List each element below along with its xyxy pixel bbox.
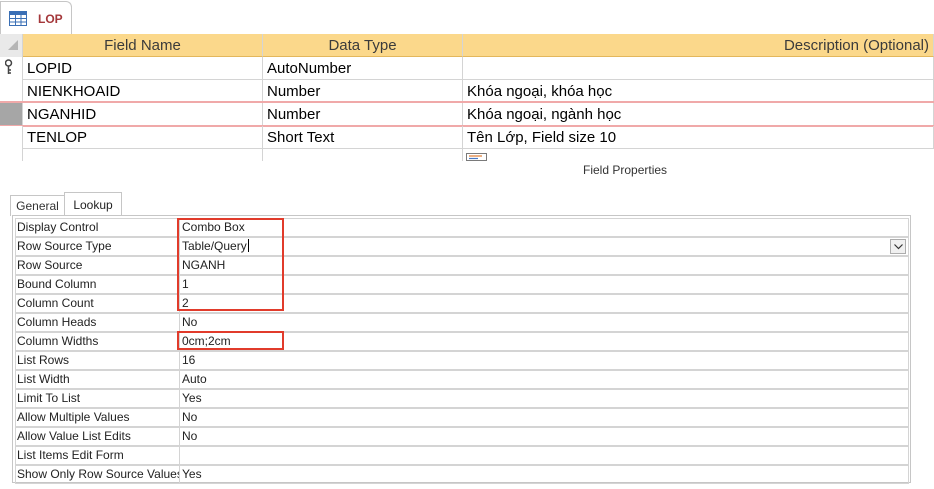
table-row: NIENKHOAID Number Khóa ngoại, khóa học (0, 80, 934, 103)
property-row-list-width: List Width Auto (13, 370, 910, 389)
property-value[interactable]: No (180, 313, 909, 332)
description-cell[interactable] (463, 57, 934, 80)
property-name: Column Heads (15, 313, 180, 332)
lookup-properties-sheet: Display Control Combo Box Row Source Typ… (12, 215, 911, 484)
table-row-selected: NGANHID Number Khóa ngoại, ngành học (0, 103, 934, 126)
field-name-cell[interactable]: LOPID (23, 57, 263, 80)
row-selector-active[interactable] (0, 103, 23, 126)
header-data-type: Data Type (263, 34, 463, 57)
property-value[interactable]: 1 (180, 275, 909, 294)
property-value[interactable]: 16 (180, 351, 909, 370)
description-cell[interactable]: Khóa ngoại, ngành học (463, 103, 934, 126)
property-name: Show Only Row Source Values (15, 465, 180, 484)
property-name: Display Control (15, 218, 180, 237)
row-selector[interactable] (0, 126, 23, 149)
property-row-allow-value-list-edits: Allow Value List Edits No (13, 427, 910, 446)
property-row-limit-to-list: Limit To List Yes (13, 389, 910, 408)
data-type-cell[interactable]: Short Text (263, 126, 463, 149)
data-type-cell[interactable]: Number (263, 103, 463, 126)
description-cell[interactable]: Tên Lớp, Field size 10 (463, 126, 934, 149)
row-selector[interactable] (0, 149, 23, 161)
annotation-box-lookup-settings (177, 218, 284, 311)
chevron-down-icon (894, 244, 903, 250)
property-value[interactable]: Yes (180, 465, 909, 484)
property-row-row-source-type: Row Source Type Table/Query (13, 237, 910, 256)
header-description: Description (Optional) (463, 34, 934, 57)
property-name: Column Count (15, 294, 180, 313)
property-value[interactable]: Yes (180, 389, 909, 408)
property-value[interactable]: Auto (180, 370, 909, 389)
property-name: Allow Multiple Values (15, 408, 180, 427)
property-row-list-rows: List Rows 16 (13, 351, 910, 370)
builder-icon[interactable] (466, 153, 488, 161)
header-field-name: Field Name (23, 34, 263, 57)
property-value[interactable]: NGANH (180, 256, 909, 275)
property-value[interactable]: No (180, 427, 909, 446)
property-row-allow-multiple-values: Allow Multiple Values No (13, 408, 910, 427)
row-selector[interactable] (0, 80, 23, 103)
property-name: Limit To List (15, 389, 180, 408)
primary-key-icon (5, 59, 13, 74)
property-value[interactable]: No (180, 408, 909, 427)
property-row-column-count: Column Count 2 (13, 294, 910, 313)
property-name: Bound Column (15, 275, 180, 294)
property-row-column-widths: Column Widths 0cm;2cm (13, 332, 910, 351)
tab-lookup[interactable]: Lookup (64, 192, 122, 216)
document-tab-bar: LOP (0, 0, 934, 35)
property-name: List Width (15, 370, 180, 389)
row-source-type-select[interactable]: Table/Query (180, 237, 909, 256)
property-value[interactable]: 0cm;2cm (180, 332, 909, 351)
annotation-box-column-widths (177, 331, 284, 350)
property-name: Allow Value List Edits (15, 427, 180, 446)
table-row: LOPID AutoNumber (0, 57, 934, 80)
property-row-column-heads: Column Heads No (13, 313, 910, 332)
field-name-cell[interactable]: NIENKHOAID (23, 80, 263, 103)
property-name: List Rows (15, 351, 180, 370)
property-row-bound-column: Bound Column 1 (13, 275, 910, 294)
table-icon (9, 11, 27, 26)
corner-triangle-icon (8, 40, 18, 50)
property-row-list-items-edit-form: List Items Edit Form (13, 446, 910, 465)
table-row: TENLOP Short Text Tên Lớp, Field size 10 (0, 126, 934, 149)
field-name-cell[interactable]: NGANHID (23, 103, 263, 126)
property-row-row-source: Row Source NGANH (13, 256, 910, 275)
document-tab-lop[interactable]: LOP (0, 1, 72, 34)
row-selector[interactable] (0, 57, 23, 80)
tab-label: LOP (38, 12, 63, 26)
description-cell[interactable]: Khóa ngoại, khóa học (463, 80, 934, 103)
property-value[interactable]: Combo Box (180, 218, 909, 237)
dropdown-button[interactable] (890, 239, 906, 254)
data-type-cell[interactable] (263, 149, 463, 161)
property-value[interactable] (180, 446, 909, 465)
property-name: Column Widths (15, 332, 180, 351)
property-row-display-control: Display Control Combo Box (13, 218, 910, 237)
property-name: List Items Edit Form (15, 446, 180, 465)
field-properties-title: Field Properties (583, 163, 668, 177)
field-name-cell[interactable]: TENLOP (23, 126, 263, 149)
data-type-cell[interactable]: Number (263, 80, 463, 103)
property-name: Row Source (15, 256, 180, 275)
property-row-show-only-row-source-values: Show Only Row Source Values Yes (13, 465, 910, 484)
field-name-cell[interactable] (23, 149, 263, 161)
select-all-corner[interactable] (0, 34, 23, 57)
grid-header-row: Field Name Data Type Description (Option… (0, 34, 934, 57)
tab-general[interactable]: General (10, 195, 64, 216)
description-cell[interactable] (463, 149, 934, 161)
property-name: Row Source Type (15, 237, 180, 256)
data-type-cell[interactable]: AutoNumber (263, 57, 463, 80)
property-value[interactable]: 2 (180, 294, 909, 313)
